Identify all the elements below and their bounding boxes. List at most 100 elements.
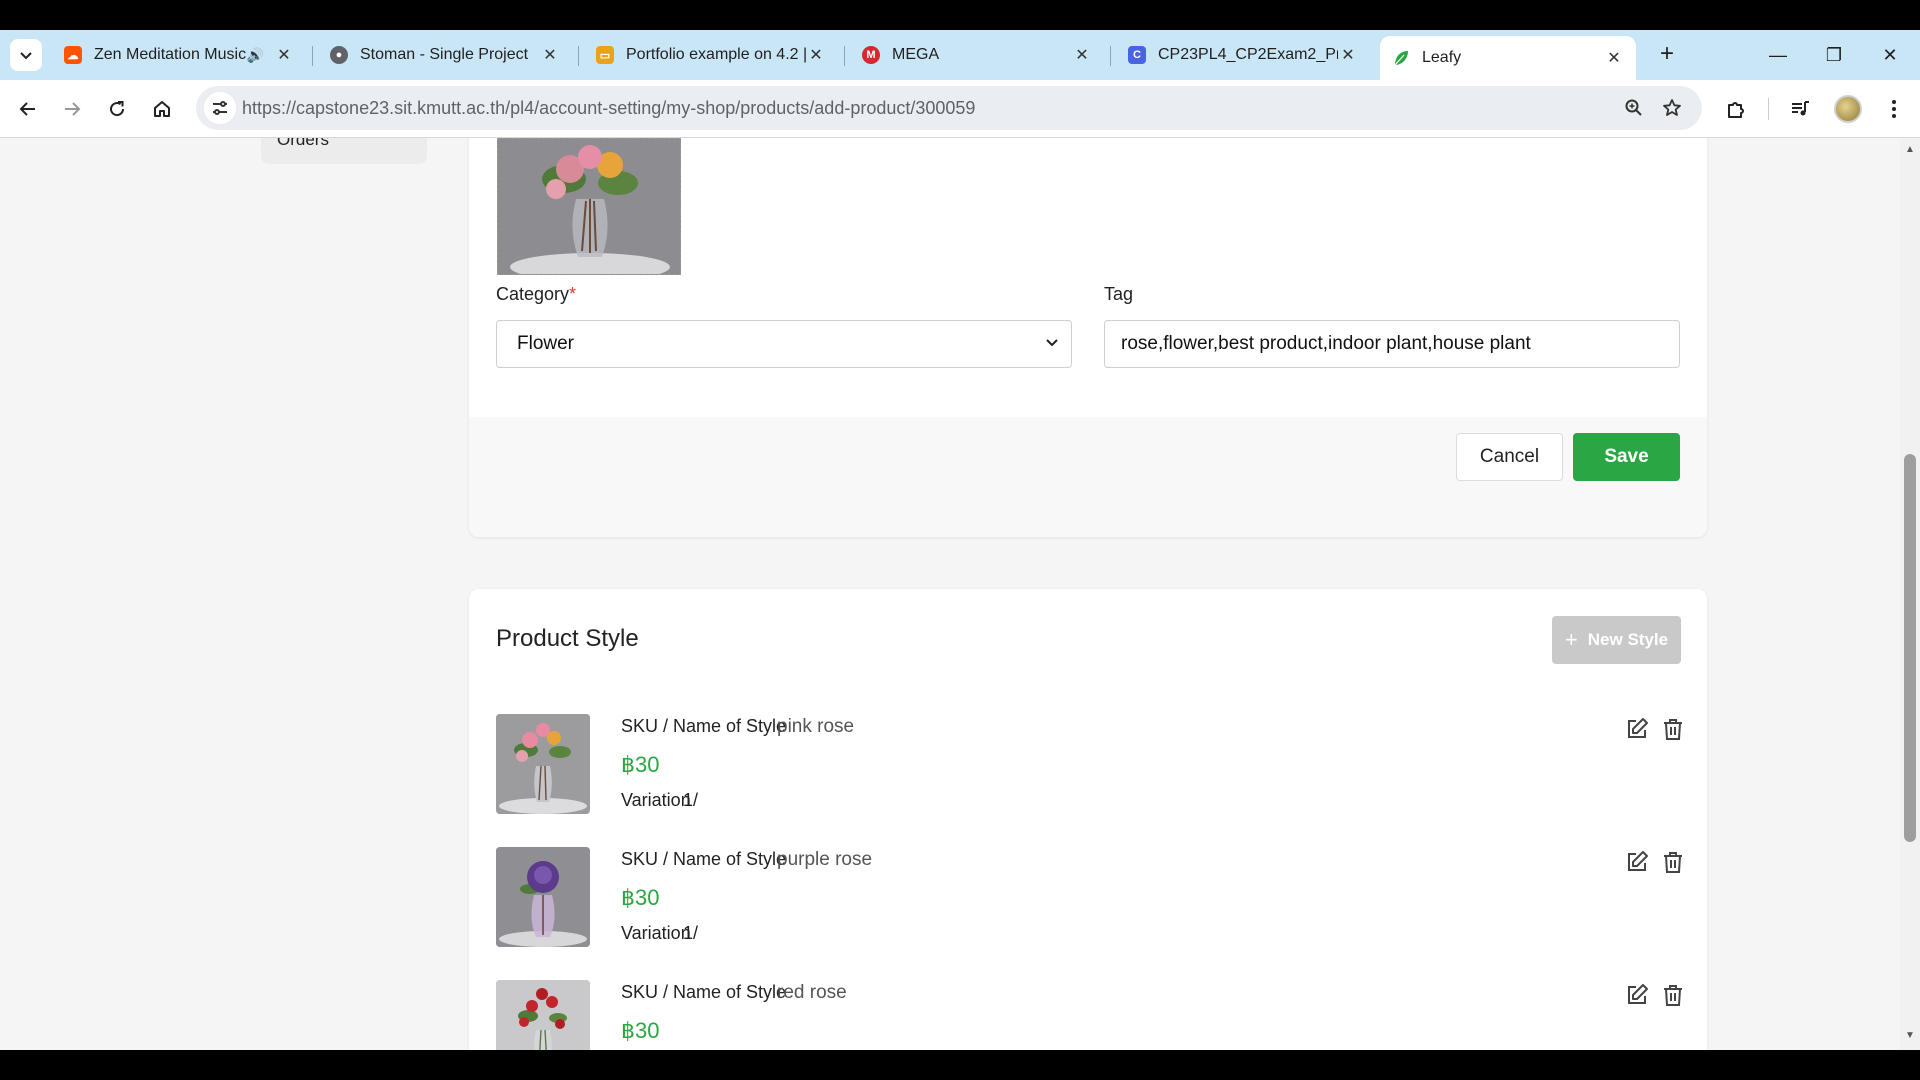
soundcloud-icon: ☁ xyxy=(64,46,82,64)
pink-rose-image xyxy=(496,714,590,814)
page-scrollbar[interactable]: ▲ ▼ xyxy=(1900,138,1920,1050)
required-asterisk: * xyxy=(569,284,577,304)
rose-vase-image xyxy=(498,139,680,274)
tab-separator xyxy=(1110,46,1111,66)
tab-search-button[interactable] xyxy=(10,39,42,71)
close-icon[interactable]: ✕ xyxy=(806,45,826,65)
scrollbar-thumb[interactable] xyxy=(1904,454,1916,842)
tab-portfolio[interactable]: ▭ Portfolio example on 4.2 | ✕ xyxy=(584,36,838,74)
style-thumbnail[interactable] xyxy=(496,980,590,1050)
tab-strip: ☁ Zen Meditation Music | 🔊 ✕ ● Stoman - … xyxy=(0,30,1920,80)
tab-separator xyxy=(578,46,579,66)
style-name: red rose xyxy=(777,982,847,1003)
product-main-image[interactable] xyxy=(497,138,681,275)
save-button[interactable]: Save xyxy=(1573,433,1680,481)
tab-separator xyxy=(844,46,845,66)
trash-icon[interactable] xyxy=(1660,849,1686,875)
form-footer: Cancel Save xyxy=(469,417,1707,537)
bookmark-button[interactable] xyxy=(1658,94,1686,122)
close-icon[interactable]: ✕ xyxy=(1338,45,1358,65)
back-button[interactable] xyxy=(12,93,44,125)
tab-leafy[interactable]: Leafy ✕ xyxy=(1380,36,1636,80)
edit-icon[interactable] xyxy=(1624,982,1650,1008)
trash-icon[interactable] xyxy=(1660,716,1686,742)
style-row: SKU / Name of Style red rose ฿30 Variati… xyxy=(496,980,1682,1050)
canva-icon: C xyxy=(1128,46,1146,64)
variation-value: 1/ xyxy=(683,923,699,943)
url-host: https://capstone23.sit.kmutt.ac.th xyxy=(242,98,506,118)
edit-icon[interactable] xyxy=(1624,716,1650,742)
sku-label: SKU / Name of Style xyxy=(621,849,787,869)
browser-window: ☁ Zen Meditation Music | 🔊 ✕ ● Stoman - … xyxy=(0,30,1920,1050)
address-bar[interactable]: https://capstone23.sit.kmutt.ac.th/pl4/a… xyxy=(196,86,1702,130)
home-button[interactable] xyxy=(146,93,178,125)
url-text[interactable]: https://capstone23.sit.kmutt.ac.th/pl4/a… xyxy=(242,98,975,119)
variation-value: 1/ xyxy=(683,790,699,810)
reload-button[interactable] xyxy=(101,93,133,125)
media-control-button[interactable] xyxy=(1784,93,1816,125)
zoom-button[interactable] xyxy=(1620,94,1648,122)
style-row: SKU / Name of Style purple rose ฿30 Vari… xyxy=(496,847,1682,947)
leaf-icon xyxy=(1392,49,1410,67)
site-info-button[interactable] xyxy=(204,92,236,124)
tune-icon xyxy=(213,101,227,115)
speaker-icon[interactable]: 🔊 xyxy=(247,47,264,64)
category-select[interactable]: Flower xyxy=(496,320,1072,368)
star-icon xyxy=(1663,99,1681,116)
zoom-icon xyxy=(1625,99,1642,116)
chevron-down-icon xyxy=(1045,335,1059,354)
tag-input[interactable] xyxy=(1104,320,1680,368)
close-icon[interactable]: ✕ xyxy=(274,45,294,65)
browser-menu-button[interactable] xyxy=(1878,93,1910,125)
product-style-title: Product Style xyxy=(496,625,639,652)
queue-music-icon xyxy=(1792,101,1809,116)
sku-label: SKU / Name of Style xyxy=(621,982,787,1002)
restore-button[interactable]: ❐ xyxy=(1814,40,1854,70)
style-thumbnail[interactable] xyxy=(496,714,590,814)
chevron-down-icon xyxy=(20,52,32,60)
arrow-left-icon xyxy=(19,102,35,116)
close-window-button[interactable]: ✕ xyxy=(1870,40,1910,70)
close-icon[interactable]: ✕ xyxy=(1604,48,1624,68)
globe-icon: ● xyxy=(330,46,348,64)
tab-canva[interactable]: C CP23PL4_CP2Exam2_Prese ✕ xyxy=(1116,36,1370,74)
plus-icon: + xyxy=(1564,627,1578,652)
edit-icon[interactable] xyxy=(1624,849,1650,875)
new-style-label: New Style xyxy=(1587,630,1669,649)
tab-stoman[interactable]: ● Stoman - Single Project ✕ xyxy=(318,36,572,74)
reload-icon xyxy=(110,101,125,117)
purple-rose-image xyxy=(496,847,590,947)
tag-label: Tag xyxy=(1104,284,1134,304)
tab-separator xyxy=(312,46,313,66)
product-style-card: Product Style + New Style SKU / Name of … xyxy=(469,589,1707,1050)
style-price: ฿30 xyxy=(621,1018,660,1043)
style-name: pink rose xyxy=(777,716,855,737)
new-tab-button[interactable]: + xyxy=(1652,40,1682,70)
more-vert-icon xyxy=(1892,100,1896,118)
sku-label: SKU / Name of Style xyxy=(621,716,787,736)
style-price: ฿30 xyxy=(621,885,660,910)
tab-zen-meditation[interactable]: ☁ Zen Meditation Music | 🔊 ✕ xyxy=(52,36,306,74)
scroll-down-icon[interactable]: ▼ xyxy=(1905,1030,1915,1041)
forward-button[interactable] xyxy=(56,93,88,125)
cancel-button[interactable]: Cancel xyxy=(1456,433,1563,481)
scroll-up-icon[interactable]: ▲ xyxy=(1905,144,1915,155)
tab-mega[interactable]: M MEGA ✕ xyxy=(850,36,1104,74)
red-rose-image xyxy=(496,980,590,1050)
profile-avatar[interactable] xyxy=(1834,95,1862,123)
trash-icon[interactable] xyxy=(1660,982,1686,1008)
variation-label: Variation xyxy=(621,790,691,810)
extensions-button[interactable] xyxy=(1720,93,1752,125)
page-content: Orders Category* Flower Tag rose,flower,… xyxy=(0,138,1900,1050)
style-name: purple rose xyxy=(777,849,873,870)
close-icon[interactable]: ✕ xyxy=(540,45,560,65)
mega-icon: M xyxy=(862,46,880,64)
new-style-button[interactable]: + New Style xyxy=(1552,616,1681,664)
toolbar-divider xyxy=(1768,98,1769,120)
minimize-button[interactable]: — xyxy=(1758,40,1798,70)
slides-icon: ▭ xyxy=(596,46,614,64)
style-thumbnail[interactable] xyxy=(496,847,590,947)
product-form-card: Category* Flower Tag Cancel Save xyxy=(469,138,1707,537)
close-icon[interactable]: ✕ xyxy=(1072,45,1092,65)
sidebar-item-label: Orders xyxy=(277,138,329,149)
